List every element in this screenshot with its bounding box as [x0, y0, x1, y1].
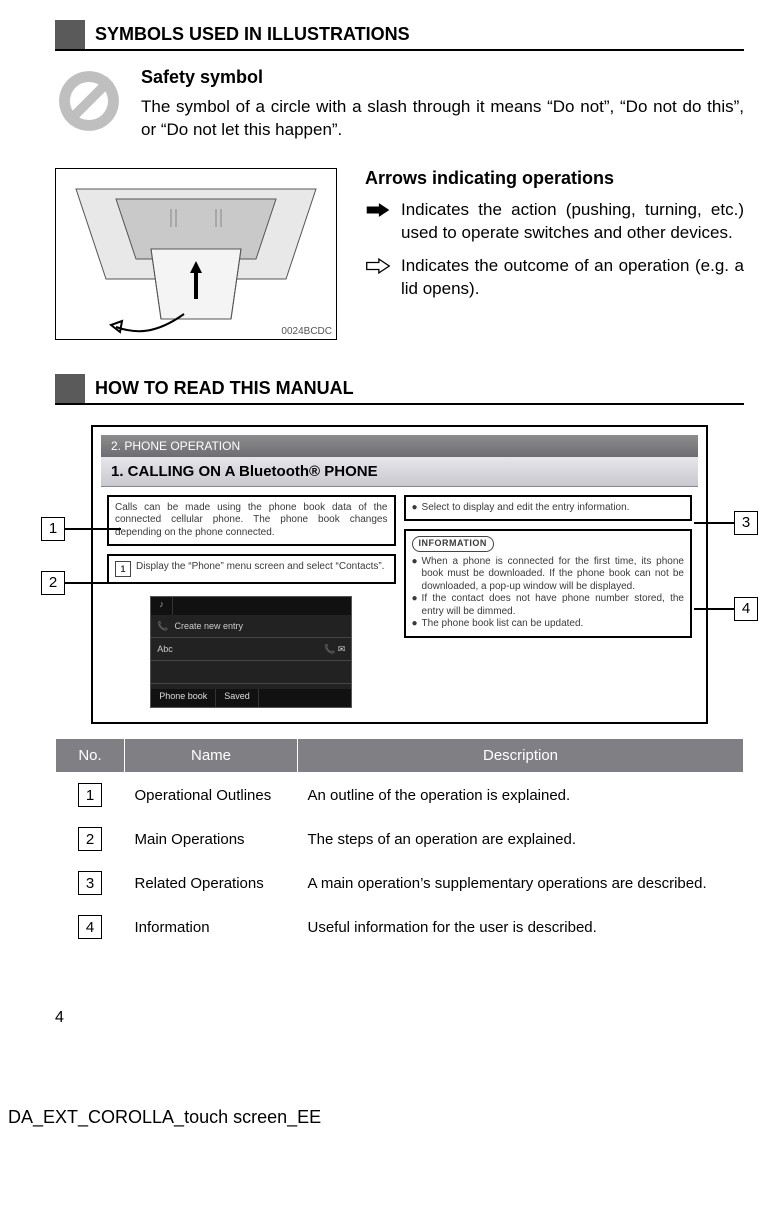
row-num: 3 — [78, 871, 102, 895]
safety-heading: Safety symbol — [141, 67, 744, 88]
screen-btn: Phone book — [151, 689, 216, 707]
page-number: 4 — [55, 1009, 744, 1027]
bullet-text: If the contact does not have phone numbe… — [422, 593, 684, 618]
callout-2: 2 — [41, 571, 121, 595]
row-num: 4 — [78, 915, 102, 939]
callout-number: 2 — [41, 571, 65, 595]
section-header-square — [55, 374, 85, 403]
section-header-square — [55, 20, 85, 49]
example-information-box: INFORMATION ●When a phone is connected f… — [404, 529, 693, 637]
row-desc: The steps of an operation are explained. — [298, 817, 744, 861]
section-header-symbols: SYMBOLS USED IN ILLUSTRATIONS — [55, 20, 744, 51]
solid-arrow-icon — [365, 199, 393, 245]
row-desc: A main operation’s supplementary operati… — [298, 861, 744, 905]
section-header-howto: HOW TO READ THIS MANUAL — [55, 374, 744, 405]
arrow-item-2-text: Indicates the outcome of an operation (e… — [401, 255, 744, 301]
row-name: Related Operations — [125, 861, 298, 905]
row-name: Information — [125, 905, 298, 949]
col-desc: Description — [298, 739, 744, 773]
example-step-box: 1 Display the “Phone” menu screen and se… — [107, 554, 396, 584]
example-breadcrumb: 2. PHONE OPERATION — [101, 435, 698, 457]
safety-body: The symbol of a circle with a slash thro… — [141, 96, 744, 142]
screen-row: Create new entry — [174, 621, 243, 631]
outline-arrow-icon — [365, 255, 393, 301]
section-title: SYMBOLS USED IN ILLUSTRATIONS — [85, 20, 744, 49]
information-label: INFORMATION — [412, 536, 494, 551]
table-row: 1 Operational Outlines An outline of the… — [56, 773, 744, 818]
row-name: Operational Outlines — [125, 773, 298, 818]
callout-4: 4 — [694, 597, 758, 621]
table-row: 2 Main Operations The steps of an operat… — [56, 817, 744, 861]
section-title: HOW TO READ THIS MANUAL — [85, 374, 744, 403]
screen-tab: ♪ — [151, 597, 173, 615]
bullet-text: When a phone is connected for the first … — [422, 556, 684, 594]
overhead-console-illustration: 0024BCDC — [55, 168, 337, 340]
bullet-text: The phone book list can be updated. — [422, 618, 584, 631]
example-page-figure: 2. PHONE OPERATION 1. CALLING ON A Bluet… — [91, 425, 708, 725]
arrow-item-1-text: Indicates the action (pushing, turning, … — [401, 199, 744, 245]
example-related-box: ●Select to display and edit the entry in… — [404, 495, 693, 522]
illustration-code: 0024BCDC — [281, 326, 332, 337]
callout-3: 3 — [694, 511, 758, 535]
row-desc: An outline of the operation is explained… — [298, 773, 744, 818]
arrows-heading: Arrows indicating operations — [365, 168, 744, 189]
row-num: 2 — [78, 827, 102, 851]
col-name: Name — [125, 739, 298, 773]
bullet-text: Select to display and edit the entry inf… — [422, 502, 630, 515]
screen-btn: Saved — [216, 689, 259, 707]
callout-number: 1 — [41, 517, 65, 541]
footer-code: DA_EXT_COROLLA_touch screen_EE — [8, 1107, 784, 1128]
prohibit-icon — [55, 67, 123, 142]
callout-number: 4 — [734, 597, 758, 621]
row-num: 1 — [78, 783, 102, 807]
row-name: Main Operations — [125, 817, 298, 861]
callout-1: 1 — [41, 517, 121, 541]
example-touchscreen: ♪ 📞Create new entry Abc📞 ✉ Phone book Sa… — [150, 596, 352, 708]
col-no: No. — [56, 739, 125, 773]
callout-number: 3 — [734, 511, 758, 535]
row-desc: Useful information for the user is descr… — [298, 905, 744, 949]
table-row: 4 Information Useful information for the… — [56, 905, 744, 949]
screen-row: Abc — [157, 644, 173, 654]
table-row: 3 Related Operations A main operation’s … — [56, 861, 744, 905]
legend-table: No. Name Description 1 Operational Outli… — [55, 738, 744, 949]
step-text: Display the “Phone” menu screen and sele… — [136, 561, 384, 577]
example-outline-box: Calls can be made using the phone book d… — [107, 495, 396, 547]
safety-symbol-block: Safety symbol The symbol of a circle wit… — [55, 67, 744, 142]
arrows-block: 0024BCDC Arrows indicating operations In… — [55, 168, 744, 340]
example-title: 1. CALLING ON A Bluetooth® PHONE — [101, 457, 698, 487]
